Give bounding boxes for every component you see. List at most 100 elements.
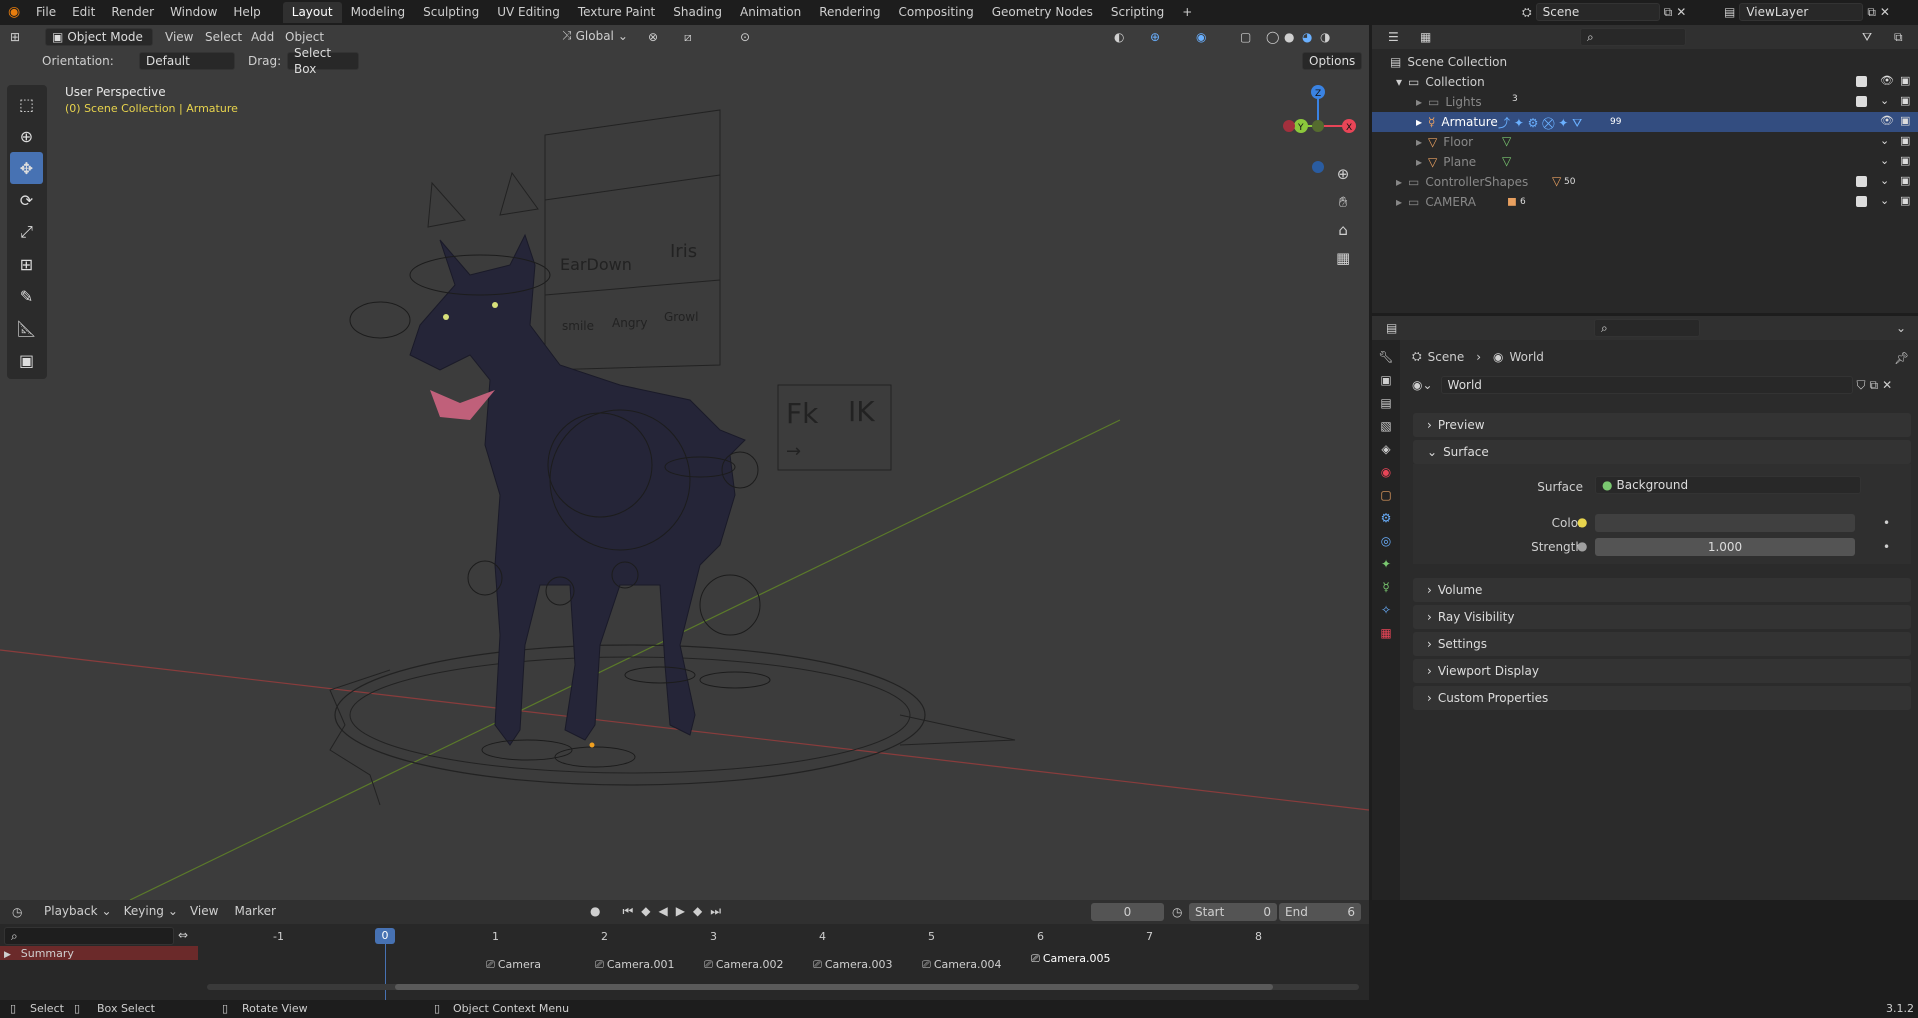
viewport-menu-select[interactable]: Select bbox=[205, 30, 242, 44]
timeline-area[interactable]: -1 0 1 2 3 4 5 6 7 8 ⎚ Camera ⎚ Camera.001… bbox=[200, 926, 1369, 1004]
start-frame-field[interactable]: Start 0 bbox=[1189, 903, 1277, 921]
checkbox-icon[interactable] bbox=[1856, 96, 1867, 110]
camera-render-icon[interactable]: ▣ bbox=[1900, 134, 1910, 147]
menu-help[interactable]: Help bbox=[225, 0, 268, 25]
scale-tool[interactable]: ⤢ bbox=[10, 216, 43, 248]
xray-toggle-icon[interactable]: ▢ bbox=[1240, 30, 1251, 44]
panel-settings[interactable]: › Settings bbox=[1413, 632, 1911, 656]
marker-camera[interactable]: ⎚ Camera bbox=[486, 958, 541, 972]
cursor-tool[interactable]: ⊕ bbox=[10, 120, 43, 152]
tab-sculpting[interactable]: Sculpting bbox=[414, 2, 488, 23]
panel-custom-properties[interactable]: › Custom Properties bbox=[1413, 686, 1911, 710]
camera-view-icon[interactable]: ⌂ bbox=[1338, 221, 1348, 239]
properties-editor-icon[interactable]: ▤ bbox=[1386, 321, 1397, 335]
prev-keyframe-icon[interactable]: ◆ bbox=[641, 904, 650, 919]
marker-camera-004[interactable]: ⎚ Camera.004 bbox=[922, 958, 1001, 972]
panel-preview[interactable]: › Preview bbox=[1413, 413, 1911, 437]
constraint-tab-icon[interactable]: ✦ bbox=[1381, 557, 1391, 571]
marker-camera-005[interactable]: ⎚ Camera.005 bbox=[1031, 952, 1110, 966]
color-swatch[interactable] bbox=[1595, 514, 1855, 532]
stopwatch-icon[interactable]: ◷ bbox=[1172, 905, 1182, 919]
pan-hand-icon[interactable]: ✋︎ bbox=[1339, 193, 1348, 211]
swap-icon[interactable]: ⇔ bbox=[178, 928, 188, 942]
checkbox-icon[interactable] bbox=[1856, 176, 1867, 190]
new-scene-icon[interactable]: ⧉ bbox=[1664, 5, 1673, 20]
render-tab-icon[interactable]: ▣ bbox=[1380, 373, 1391, 387]
summary-channel[interactable]: ▶ Summary bbox=[0, 946, 198, 960]
display-mode-icon[interactable]: ▦ bbox=[1420, 30, 1431, 44]
mode-selector[interactable]: ▣ Object Mode bbox=[45, 28, 153, 46]
scrollbar-thumb[interactable] bbox=[395, 984, 1273, 990]
visibility-filter-icon[interactable]: ◐ bbox=[1114, 30, 1124, 44]
tool-tab-icon[interactable]: 🔧︎ bbox=[1378, 350, 1393, 364]
animate-property-icon[interactable]: • bbox=[1883, 516, 1890, 530]
rotate-tool[interactable]: ⟳ bbox=[10, 184, 43, 216]
scene-field[interactable]: Scene bbox=[1535, 3, 1660, 21]
gizmo-neg-z[interactable] bbox=[1312, 161, 1324, 173]
camera-render-icon[interactable]: ▣ bbox=[1900, 114, 1910, 127]
next-keyframe-icon[interactable]: ◆ bbox=[693, 904, 702, 919]
eye-icon[interactable]: ⌄ bbox=[1880, 94, 1889, 107]
outliner-item-camera[interactable]: ▸ ▭ CAMERA ◼ 6 ⌄ ▣ bbox=[1372, 192, 1918, 212]
new-world-icon[interactable]: ⧉ bbox=[1870, 378, 1879, 393]
view-layer-tab-icon[interactable]: ▧ bbox=[1380, 419, 1391, 433]
viewport-menu-add[interactable]: Add bbox=[251, 30, 274, 44]
pin-icon[interactable]: 📌︎ bbox=[1894, 351, 1909, 365]
transform-tool[interactable]: ⊞ bbox=[10, 248, 43, 280]
zoom-icon[interactable]: ⊕ bbox=[1337, 165, 1350, 183]
shading-wireframe-icon[interactable]: ◯ bbox=[1266, 30, 1279, 44]
3d-viewport[interactable]: EarDown Iris smile Angry Growl Fk IK → ⊞… bbox=[0, 25, 1369, 900]
tab-compositing[interactable]: Compositing bbox=[889, 2, 982, 23]
world-datablock-icon[interactable]: ◉⌄ bbox=[1412, 378, 1433, 392]
transform-orientation[interactable]: ⤨ Global ⌄ bbox=[562, 28, 628, 43]
eye-icon[interactable]: 👁︎ bbox=[1880, 114, 1894, 127]
camera-render-icon[interactable]: ▣ bbox=[1900, 94, 1910, 107]
move-tool[interactable]: ✥ bbox=[10, 152, 43, 184]
outliner-root[interactable]: ▤ Scene Collection bbox=[1372, 52, 1918, 72]
outliner-item-lights[interactable]: ▸ ▭ Lights 3 ⌄ ▣ bbox=[1372, 92, 1918, 112]
end-frame-field[interactable]: End 6 bbox=[1279, 903, 1361, 921]
menu-file[interactable]: File bbox=[28, 0, 64, 25]
gizmo-neg-x[interactable] bbox=[1283, 120, 1295, 132]
physics-tab-icon[interactable]: ◎ bbox=[1381, 534, 1391, 548]
timeline-menu-view[interactable]: View bbox=[190, 904, 218, 918]
new-collection-icon[interactable]: ⧉ bbox=[1894, 30, 1903, 45]
options-dropdown[interactable]: Options bbox=[1302, 52, 1362, 70]
tab-layout[interactable]: Layout bbox=[282, 2, 342, 23]
snap-icon[interactable]: ⧄ bbox=[684, 30, 692, 45]
tab-texture-paint[interactable]: Texture Paint bbox=[569, 2, 664, 23]
scene-icon[interactable]: ⛭ bbox=[1522, 5, 1532, 20]
marker-camera-002[interactable]: ⎚ Camera.002 bbox=[704, 958, 783, 972]
panel-ray-visibility[interactable]: › Ray Visibility bbox=[1413, 605, 1911, 629]
tab-shading[interactable]: Shading bbox=[664, 2, 731, 23]
panel-viewport-display[interactable]: › Viewport Display bbox=[1413, 659, 1911, 683]
viewlayer-icon[interactable]: ▤ bbox=[1724, 5, 1735, 19]
properties-search-input[interactable]: ⌕ bbox=[1594, 319, 1700, 337]
camera-render-icon[interactable]: ▣ bbox=[1900, 194, 1910, 207]
marker-camera-001[interactable]: ⎚ Camera.001 bbox=[595, 958, 674, 972]
timeline-editor-icon[interactable]: ◷ bbox=[12, 905, 22, 919]
tab-rendering[interactable]: Rendering bbox=[810, 2, 889, 23]
shading-rendered-icon[interactable]: ◑ bbox=[1320, 30, 1330, 44]
shading-solid-icon[interactable]: ● bbox=[1284, 30, 1294, 44]
outliner-item-controllershapes[interactable]: ▸ ▭ ControllerShapes ▽ 50 ⌄ ▣ bbox=[1372, 172, 1918, 192]
strength-field[interactable]: 1.000 bbox=[1595, 538, 1855, 556]
viewport-menu-view[interactable]: View bbox=[165, 30, 193, 44]
eye-icon[interactable]: ⌄ bbox=[1880, 174, 1889, 187]
data-tab-icon[interactable]: ☿ bbox=[1382, 580, 1389, 594]
viewlayer-field[interactable]: ViewLayer bbox=[1739, 3, 1864, 21]
play-reverse-icon[interactable]: ◀ bbox=[659, 904, 668, 919]
marker-camera-003[interactable]: ⎚ Camera.003 bbox=[813, 958, 892, 972]
delete-viewlayer-icon[interactable]: ✕ bbox=[1880, 5, 1890, 19]
tab-modeling[interactable]: Modeling bbox=[342, 2, 415, 23]
timeline-menu-marker[interactable]: Marker bbox=[234, 904, 275, 918]
play-icon[interactable]: ▶ bbox=[676, 904, 685, 919]
delete-scene-icon[interactable]: ✕ bbox=[1676, 5, 1686, 19]
surface-shader-field[interactable]: ● Background bbox=[1595, 476, 1861, 494]
timeline-menu-playback[interactable]: Playback bbox=[44, 904, 98, 918]
outliner-item-plane[interactable]: ▸ ▽ Plane ▽ ⌄ ▣ bbox=[1372, 152, 1918, 172]
jump-start-icon[interactable]: ⏮ bbox=[622, 904, 633, 919]
eye-icon[interactable]: ⌄ bbox=[1880, 194, 1889, 207]
outliner-item-floor[interactable]: ▸ ▽ Floor ▽ ⌄ ▣ bbox=[1372, 132, 1918, 152]
tab-geometry-nodes[interactable]: Geometry Nodes bbox=[983, 2, 1102, 23]
